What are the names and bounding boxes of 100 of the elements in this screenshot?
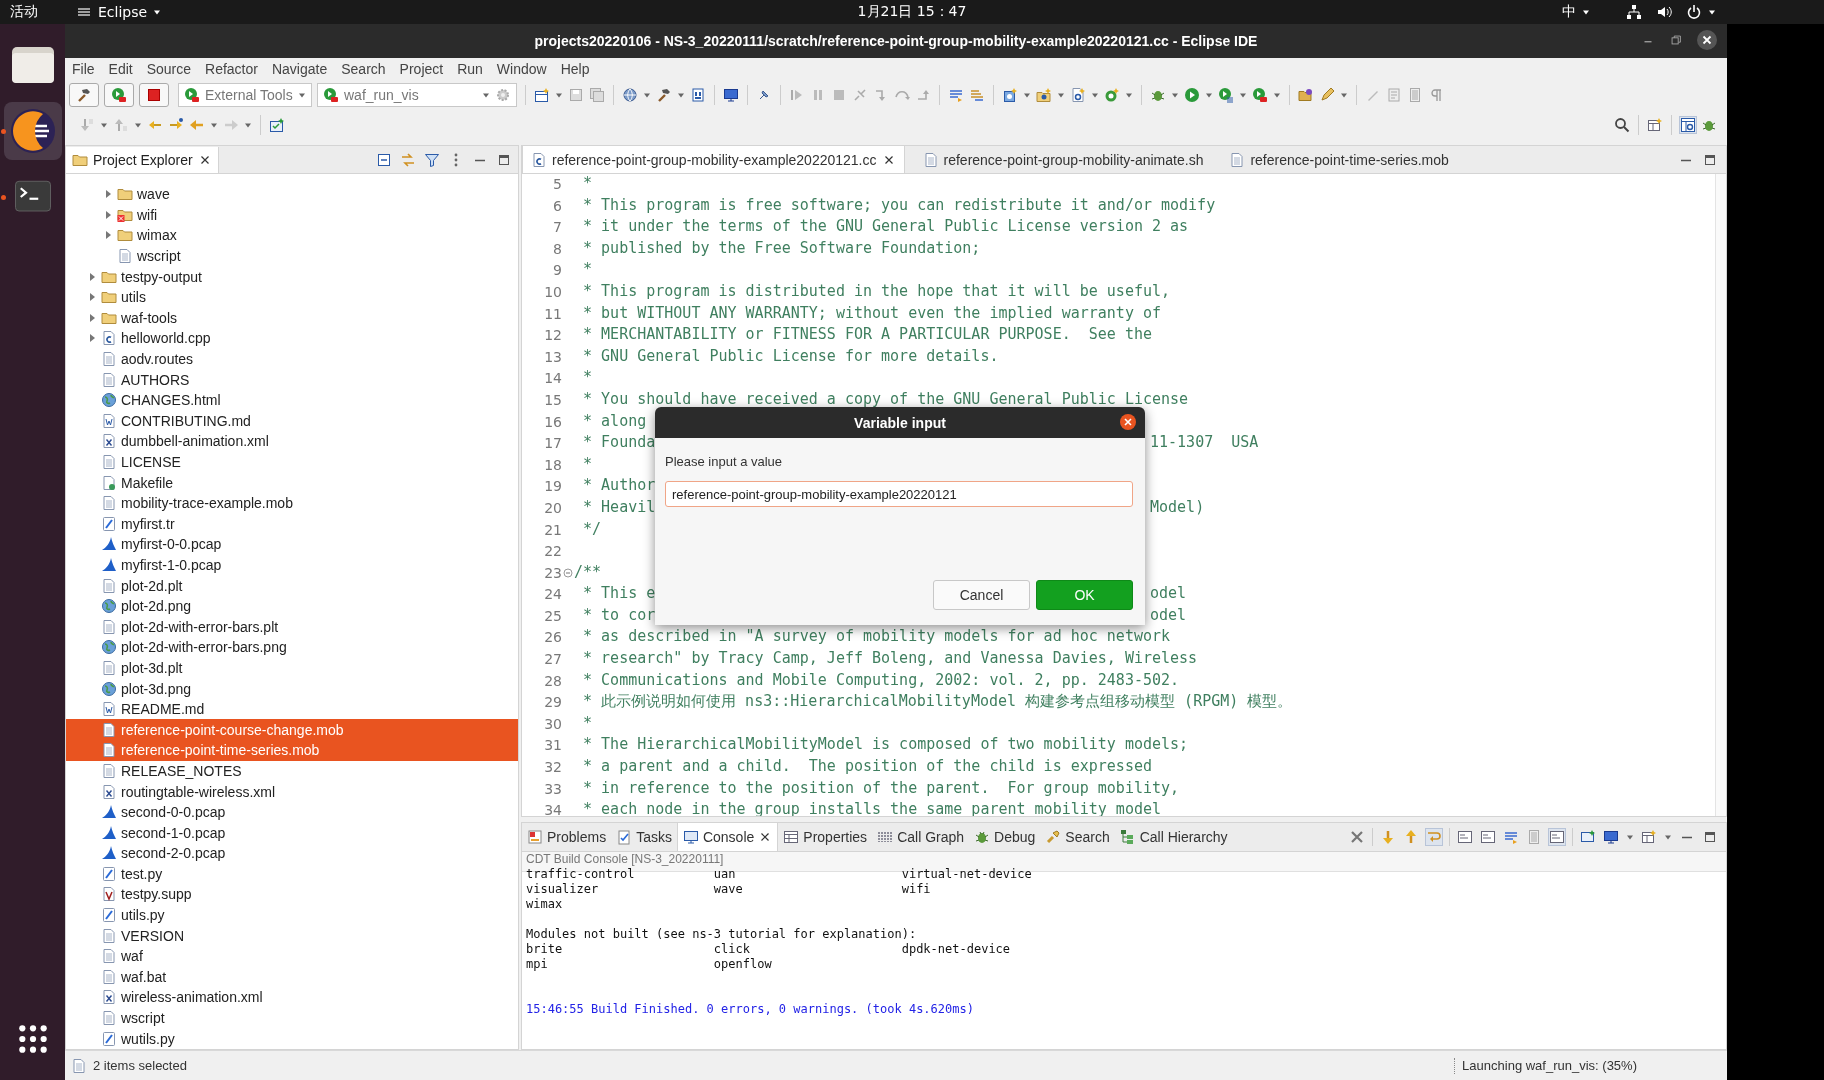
tree-item[interactable]: second-0-0.pcap [66,801,518,823]
fold-icon[interactable] [563,568,573,579]
display-console-icon[interactable] [1603,829,1619,845]
app-menu[interactable]: Eclipse [76,4,162,20]
tree-item[interactable]: LICENSE [66,451,518,473]
tree-item[interactable]: helloworld.cpp [66,328,518,349]
tree-item[interactable]: CONTRIBUTING.md [66,410,518,432]
search-icon[interactable] [1614,117,1630,133]
pen-icon[interactable] [1319,87,1335,103]
clear-console-icon[interactable] [1349,829,1365,845]
tree-item[interactable]: wireless-animation.xml [66,987,518,1008]
new-console-icon[interactable] [1580,829,1596,845]
value-input-field[interactable]: reference-point-group-mobility-example20220121 [665,481,1133,507]
tree-item[interactable]: wscript [66,245,518,267]
tree-item[interactable]: plot-2d-with-error-bars.plt [66,616,518,638]
network-icon[interactable] [1626,4,1642,20]
striped-sphere-icon[interactable] [8,107,57,155]
external-tools-dropdown[interactable]: External Tools [178,83,312,107]
menu-item[interactable]: Window [489,61,554,77]
tree-item[interactable]: VERSION [66,925,518,946]
filter-icon[interactable] [424,151,440,168]
panel-tab[interactable]: Console [676,823,779,851]
tree-item[interactable]: plot-2d.png [66,595,518,617]
menu-item[interactable]: Navigate [264,61,335,77]
volume-icon[interactable] [1656,4,1672,20]
tree-item[interactable]: routingtable-wireless.xml [66,781,518,802]
tree-item[interactable]: Makefile [66,472,518,493]
panel-tab[interactable]: Search [1040,823,1115,851]
new-c-icon[interactable] [1104,87,1120,103]
close-icon[interactable] [1697,30,1717,50]
run-button[interactable] [104,83,134,107]
cancel-button[interactable]: Cancel [933,580,1030,610]
editor-tab[interactable]: reference-point-group-mobility-example20220121.cc [522,146,905,173]
expander-icon[interactable] [103,209,113,220]
globe-icon[interactable] [622,87,638,103]
new-window-icon[interactable] [534,87,550,103]
tree-item[interactable]: waf.bat [66,966,518,988]
list-icon[interactable] [1503,829,1519,845]
maximize-icon[interactable] [1702,829,1718,845]
tree-item[interactable]: wifi [66,204,518,226]
explorer-tab[interactable]: Project Explorer [66,146,219,173]
input-method-menu[interactable]: 中 [1562,3,1590,21]
new-folder-icon[interactable] [1036,87,1052,103]
menu-item[interactable]: Edit [101,61,140,77]
coverage-icon[interactable] [1218,87,1234,103]
hammer-icon[interactable] [656,87,672,103]
tree-item[interactable]: plot-2d.plt [66,575,518,596]
console-view-icon[interactable] [1480,829,1496,845]
tree-item[interactable]: myfirst-1-0.pcap [66,554,518,576]
open-console-icon[interactable] [1641,829,1657,845]
tree-item[interactable]: RELEASE_NOTES [66,760,518,782]
caret-icon[interactable] [1708,8,1716,16]
tree-item[interactable]: dumbbell-animation.xml [66,431,518,452]
collapse-all-icon[interactable] [376,151,392,168]
panel-tab[interactable]: Call Hierarchy [1114,823,1233,851]
tree-item[interactable]: AUTHORS [66,369,518,390]
tree-item[interactable]: waf-tools [66,307,518,329]
console-view-icon[interactable] [1457,829,1473,845]
panel-tab[interactable]: Debug [969,823,1041,851]
menu-item[interactable]: Run [450,61,490,77]
expander-icon[interactable] [87,333,97,344]
tree-item[interactable]: waf [66,945,518,967]
tree-item[interactable]: test.py [66,863,518,885]
close-icon[interactable] [1120,414,1136,430]
tree-item[interactable]: mobility-trace-example.mob [66,492,518,514]
menu-item[interactable]: Source [139,61,199,77]
app-grid-icon[interactable] [16,1023,49,1055]
editor-tab[interactable]: reference-point-group-mobility-animate.sh [914,146,1212,173]
tree-item[interactable]: testpy-output [66,266,518,287]
expander-icon[interactable] [87,271,97,282]
tree-item[interactable]: plot-2d-with-error-bars.png [66,637,518,658]
list-arrow-icon[interactable] [969,87,985,103]
panel-tab[interactable]: Problems [522,823,612,851]
tree-item[interactable]: plot-3d.png [66,678,518,699]
expander-icon[interactable] [87,292,97,303]
activities-button[interactable]: 活动 [0,3,52,21]
panel-tab[interactable]: Properties [778,823,873,851]
tree-item[interactable]: wscript [66,1007,518,1029]
caret-icon[interactable] [153,8,162,16]
restore-icon[interactable] [1669,33,1683,47]
tree-item[interactable]: reference-point-course-change.mob [66,719,518,741]
tree-item[interactable]: wutils.py [66,1028,518,1049]
clock[interactable]: 1月21日 15：47 [857,3,967,21]
monitor-icon[interactable] [723,87,739,103]
run-icon[interactable] [1184,87,1200,103]
tree-item[interactable]: myfirst-0-0.pcap [66,534,518,555]
open-perspective-icon[interactable] [1647,117,1663,133]
tree-item[interactable]: wave [66,184,518,205]
menu-item[interactable]: Refactor [198,61,265,77]
list-icon[interactable] [948,87,964,103]
expander-icon[interactable] [103,230,113,241]
menu-item[interactable]: Project [392,61,451,77]
panel-tab[interactable]: Tasks [611,823,677,851]
expander-icon[interactable] [87,312,97,323]
new-class-icon[interactable] [1002,87,1018,103]
menu-item[interactable]: Search [334,61,393,77]
tree-item[interactable]: utils.py [66,904,518,926]
expander-icon[interactable] [103,189,113,200]
tree-item[interactable]: aodv.routes [66,348,518,370]
menu-item[interactable]: File [65,61,102,77]
